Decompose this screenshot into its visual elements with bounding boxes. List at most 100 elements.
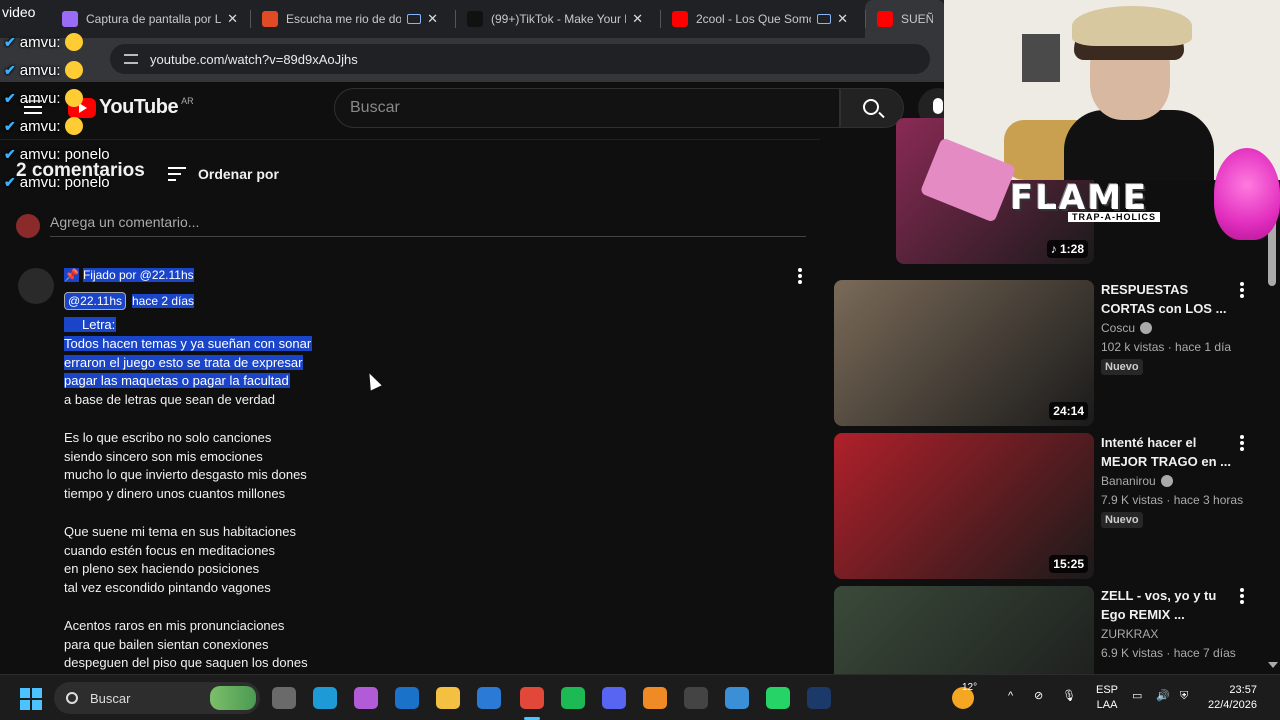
avatar[interactable] bbox=[18, 268, 54, 304]
check-icon: ✔ bbox=[4, 173, 16, 190]
sort-button[interactable]: Ordenar por bbox=[168, 166, 279, 182]
related-video[interactable]: 15:25 Intenté hacer el MEJOR TRAGO en ...… bbox=[834, 433, 1280, 579]
comment-line: a base de letras que sean de verdad bbox=[64, 391, 384, 410]
url-field[interactable]: youtube.com/watch?v=89d9xAoJjhs bbox=[110, 44, 930, 74]
channel-row: Coscu bbox=[1101, 321, 1231, 335]
video-meta: 6.9 K vistas · hace 7 días bbox=[1101, 646, 1236, 660]
chat-message: ✔ amvu: ponelo bbox=[4, 168, 174, 196]
video-duration: 15:25 bbox=[1049, 555, 1088, 573]
comment-line bbox=[64, 504, 384, 523]
fl-studio-icon[interactable] bbox=[643, 687, 667, 709]
ccleaner-icon[interactable] bbox=[725, 687, 749, 709]
comment-author-row: @22.11hs hace 2 días bbox=[64, 292, 195, 310]
edge-icon[interactable] bbox=[313, 687, 337, 709]
video-thumbnail[interactable]: 24:14 bbox=[834, 280, 1094, 426]
microphone-icon[interactable]: 🎙 bbox=[1062, 689, 1076, 704]
buddha-sticker-icon bbox=[1214, 148, 1280, 240]
browser-tab[interactable]: SUEÑOS bbox=[865, 0, 945, 38]
chrome-icon[interactable] bbox=[520, 687, 544, 709]
tab-favicon-icon bbox=[877, 11, 893, 27]
stream-chat-overlay: ✔ amvu: ✔ amvu: ✔ amvu: ✔ amvu: ✔ amvu: ponelo ✔ amv… bbox=[4, 28, 174, 196]
whatsapp-icon[interactable] bbox=[766, 687, 790, 709]
related-video[interactable]: 24:14 RESPUESTAS CORTAS con LOS ... Coscu 1… bbox=[834, 280, 1280, 426]
comment-line-text: para que bailen sientan conexiones bbox=[64, 636, 269, 652]
language-indicator[interactable]: ESP LAA bbox=[1096, 683, 1118, 713]
comment-line bbox=[64, 410, 384, 429]
chat-text: ponelo bbox=[64, 173, 110, 191]
tab-favicon-icon bbox=[672, 11, 688, 27]
comment-time[interactable]: hace 2 días bbox=[132, 294, 195, 308]
chat-text: ponelo bbox=[64, 145, 110, 163]
tab-favicon-icon bbox=[467, 11, 483, 27]
comment-line: cuando estén focus en meditaciones bbox=[64, 542, 384, 561]
close-tab-icon[interactable]: ✕ bbox=[227, 11, 238, 27]
new-badge: Nuevo bbox=[1101, 512, 1143, 528]
close-tab-icon[interactable]: ✕ bbox=[837, 11, 848, 27]
pinned-label: Fijado por @22.11hs bbox=[82, 268, 194, 282]
emoji-icon bbox=[64, 89, 83, 107]
shield-icon[interactable]: ⛨ bbox=[1180, 689, 1188, 704]
video-duration: ♪ 1:28 bbox=[1046, 240, 1088, 258]
chat-message: ✔ amvu: ponelo bbox=[4, 140, 174, 168]
comment-line-text: pagar las maquetas o pagar la facultad bbox=[64, 373, 290, 389]
task-view-icon[interactable] bbox=[272, 687, 296, 709]
taskbar-search[interactable]: Buscar bbox=[54, 682, 260, 714]
comment-line-text bbox=[64, 505, 65, 520]
music-note-icon: ♪ bbox=[1050, 242, 1060, 256]
network-off-icon[interactable]: ⊘ bbox=[1034, 689, 1043, 704]
close-tab-icon[interactable]: ✕ bbox=[427, 11, 438, 27]
chat-user: amvu: bbox=[19, 33, 61, 51]
duration-text: 24:14 bbox=[1053, 404, 1084, 418]
browser-tab[interactable]: 2cool - Los Que Somos ✕ bbox=[660, 0, 860, 38]
channel-name[interactable]: ZURKRAX bbox=[1101, 627, 1158, 641]
discord-icon[interactable] bbox=[602, 687, 626, 709]
display-icon[interactable]: ▭ bbox=[1132, 689, 1142, 704]
store-icon[interactable] bbox=[477, 687, 501, 709]
weather-temperature: 12° bbox=[962, 682, 978, 693]
tray-overflow-icon[interactable]: ^ bbox=[1008, 689, 1013, 704]
screen: Captura de pantalla por Ligh✕Escucha me … bbox=[0, 0, 1280, 720]
comment-line: Todos hacen temas y ya sueñan con sonar bbox=[64, 335, 384, 354]
comment-line-text bbox=[64, 599, 65, 614]
overlay-video-label: video bbox=[2, 4, 36, 20]
spotify-icon[interactable] bbox=[561, 687, 585, 709]
browser-tab[interactable]: (99+)TikTok - Make Your Day ✕ bbox=[455, 0, 655, 38]
tab-title: SUEÑOS bbox=[901, 12, 933, 26]
chat-message: ✔ amvu: bbox=[4, 28, 174, 56]
comment-more-icon[interactable] bbox=[798, 268, 802, 284]
comment-line: para que bailen sientan conexiones bbox=[64, 636, 384, 655]
video-thumbnail[interactable]: 15:25 bbox=[834, 433, 1094, 579]
close-tab-icon[interactable]: ✕ bbox=[632, 11, 643, 27]
pinned-badge: 📌 Fijado por @22.11hs bbox=[64, 268, 194, 282]
clock[interactable]: 23:57 22/4/2026 bbox=[1208, 683, 1257, 713]
search-input[interactable]: Buscar bbox=[334, 88, 840, 128]
video-title[interactable]: Intenté hacer el MEJOR TRAGO en ... bbox=[1101, 433, 1231, 471]
wall-poster bbox=[1022, 34, 1060, 82]
video-title[interactable]: ZELL - vos, yo y tu Ego REMIX ... bbox=[1101, 586, 1231, 624]
avatar bbox=[16, 214, 40, 238]
copilot-icon[interactable] bbox=[354, 687, 378, 709]
scroll-down-arrow-icon[interactable] bbox=[1268, 662, 1278, 668]
video-more-icon[interactable] bbox=[1240, 588, 1244, 606]
add-comment-input[interactable]: Agrega un comentario... bbox=[50, 214, 199, 230]
channel-name[interactable]: Bananirou bbox=[1101, 474, 1156, 488]
obs-icon[interactable] bbox=[684, 687, 708, 709]
windows-start-icon[interactable] bbox=[20, 688, 42, 710]
browser-tab[interactable]: Escucha me rio de dowlo ✕ bbox=[250, 0, 450, 38]
emoji-icon bbox=[64, 117, 83, 135]
taskbar-search-label: Buscar bbox=[90, 690, 131, 706]
comment-line: siendo sincero son mis emociones bbox=[64, 448, 384, 467]
outlook-icon[interactable] bbox=[395, 687, 419, 709]
tab-favicon-icon bbox=[62, 11, 78, 27]
comment-line-text: tiempo y dinero unos cuantos millones bbox=[64, 486, 286, 502]
comment-author[interactable]: @22.11hs bbox=[64, 292, 126, 310]
video-more-icon[interactable] bbox=[1240, 435, 1244, 453]
video-more-icon[interactable] bbox=[1240, 282, 1244, 300]
steam-icon[interactable] bbox=[807, 687, 831, 709]
chat-user: amvu: bbox=[19, 89, 61, 107]
file-explorer-icon[interactable] bbox=[436, 687, 460, 709]
volume-icon[interactable]: 🔊 bbox=[1156, 689, 1170, 704]
video-title[interactable]: RESPUESTAS CORTAS con LOS ... bbox=[1101, 280, 1231, 318]
chat-user: amvu: bbox=[19, 145, 61, 163]
channel-name[interactable]: Coscu bbox=[1101, 321, 1135, 335]
